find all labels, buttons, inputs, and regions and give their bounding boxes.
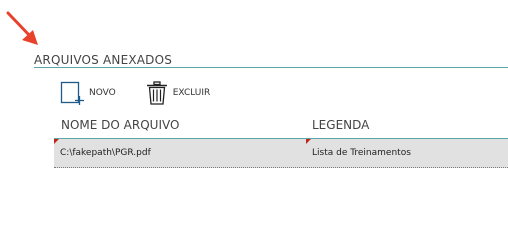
new-button[interactable]: NOVO	[60, 81, 116, 105]
delete-button[interactable]: EXCLUIR	[146, 81, 211, 105]
column-header-file-name[interactable]: NOME DO ARQUIVO	[61, 118, 179, 132]
caption-cell[interactable]: Lista de Treinamentos	[306, 139, 508, 167]
grid-header: NOME DO ARQUIVO LEGENDA	[54, 116, 508, 139]
table-row[interactable]: C:\fakepath\PGR.pdf Lista de Treinamento…	[54, 139, 508, 168]
new-button-label: NOVO	[89, 88, 116, 98]
file-name-cell[interactable]: C:\fakepath\PGR.pdf	[54, 139, 306, 167]
delete-button-label: EXCLUIR	[172, 88, 211, 98]
caption-text: Lista de Treinamentos	[312, 148, 411, 158]
new-document-icon	[60, 81, 84, 105]
section-title: ARQUIVOS ANEXADOS	[34, 53, 173, 67]
attachments-panel: ARQUIVOS ANEXADOS NOVO EXCLUIR NOME DO A…	[0, 0, 508, 203]
trash-icon	[146, 81, 167, 105]
file-name-text: C:\fakepath\PGR.pdf	[60, 148, 151, 158]
section-divider	[34, 67, 508, 68]
edited-cell-marker	[54, 139, 59, 144]
edited-cell-marker	[306, 139, 311, 144]
red-arrow-icon	[6, 11, 38, 45]
column-header-caption[interactable]: LEGENDA	[312, 118, 369, 132]
toolbar: NOVO EXCLUIR	[60, 80, 210, 106]
